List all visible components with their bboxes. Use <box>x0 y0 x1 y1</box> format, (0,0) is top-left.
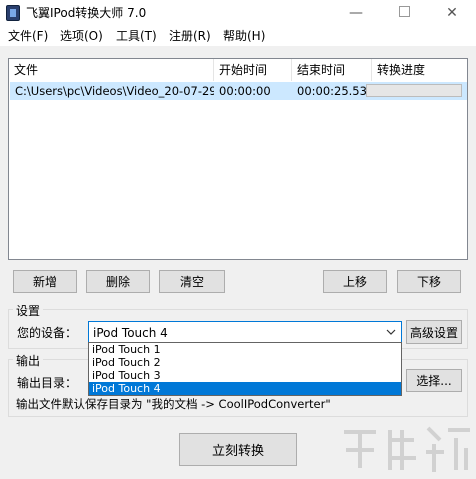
output-hint-text: 输出文件默认保存目录为 "我的文档 -> CoolIPodConverter" <box>16 397 331 411</box>
maximize-button[interactable] <box>384 0 424 26</box>
device-label: 您的设备： <box>17 326 78 340</box>
minimize-icon: — <box>349 5 363 21</box>
maximize-icon <box>398 6 410 17</box>
column-header-start-time[interactable]: 开始时间 <box>214 59 292 81</box>
device-select[interactable]: iPod Touch 4 <box>88 321 402 343</box>
minimize-button[interactable]: — <box>336 0 376 26</box>
device-option[interactable]: iPod Touch 1 <box>89 343 401 356</box>
browse-button[interactable]: 选择... <box>406 369 462 392</box>
cell-file: C:\Users\pc\Videos\Video_20-07-29_... <box>15 84 214 98</box>
advanced-settings-button[interactable]: 高级设置 <box>406 320 462 344</box>
file-list[interactable]: 文件 开始时间 结束时间 转换进度 C:\Users\pc\Videos\Vid… <box>8 58 468 260</box>
menu-tools[interactable]: 工具(T) <box>114 26 159 46</box>
move-up-button[interactable]: 上移 <box>323 270 387 293</box>
close-button[interactable]: ✕ <box>432 0 472 26</box>
output-group-label: 输出 <box>13 352 44 369</box>
column-header-file[interactable]: 文件 <box>9 59 214 81</box>
device-select-value: iPod Touch 4 <box>93 326 168 340</box>
column-header-end-time[interactable]: 结束时间 <box>292 59 372 81</box>
watermark-logo <box>344 426 470 472</box>
device-option[interactable]: iPod Touch 3 <box>89 369 401 382</box>
output-dir-label: 输出目录： <box>17 376 78 390</box>
progress-bar <box>366 84 462 97</box>
clear-button[interactable]: 清空 <box>159 270 225 293</box>
menu-register[interactable]: 注册(R) <box>167 26 213 46</box>
menu-help[interactable]: 帮助(H) <box>221 26 267 46</box>
cell-end-time: 00:00:25.536 <box>297 84 372 98</box>
app-icon <box>6 5 20 21</box>
cell-start-time: 00:00:00 <box>219 84 271 98</box>
move-down-button[interactable]: 下移 <box>397 270 461 293</box>
table-row[interactable]: C:\Users\pc\Videos\Video_20-07-29_... 00… <box>10 82 467 100</box>
device-dropdown-list[interactable]: iPod Touch 1 iPod Touch 2 iPod Touch 3 i… <box>88 342 402 396</box>
add-button[interactable]: 新增 <box>13 270 77 293</box>
convert-now-button[interactable]: 立刻转换 <box>179 433 297 466</box>
device-option[interactable]: iPod Touch 2 <box>89 356 401 369</box>
column-header-progress[interactable]: 转换进度 <box>372 59 467 81</box>
menu-file[interactable]: 文件(F) <box>6 26 50 46</box>
close-icon: ✕ <box>446 5 458 21</box>
delete-button[interactable]: 删除 <box>86 270 150 293</box>
device-option-selected[interactable]: iPod Touch 4 <box>89 382 401 395</box>
settings-group-label: 设置 <box>13 302 44 319</box>
chevron-down-icon <box>386 329 396 335</box>
window-title: 飞翼IPod转换大师 7.0 <box>26 6 147 20</box>
menu-bar: 文件(F) 选项(O) 工具(T) 注册(R) 帮助(H) <box>0 26 476 46</box>
menu-options[interactable]: 选项(O) <box>58 26 105 46</box>
title-bar: 飞翼IPod转换大师 7.0 — ✕ <box>0 0 476 26</box>
